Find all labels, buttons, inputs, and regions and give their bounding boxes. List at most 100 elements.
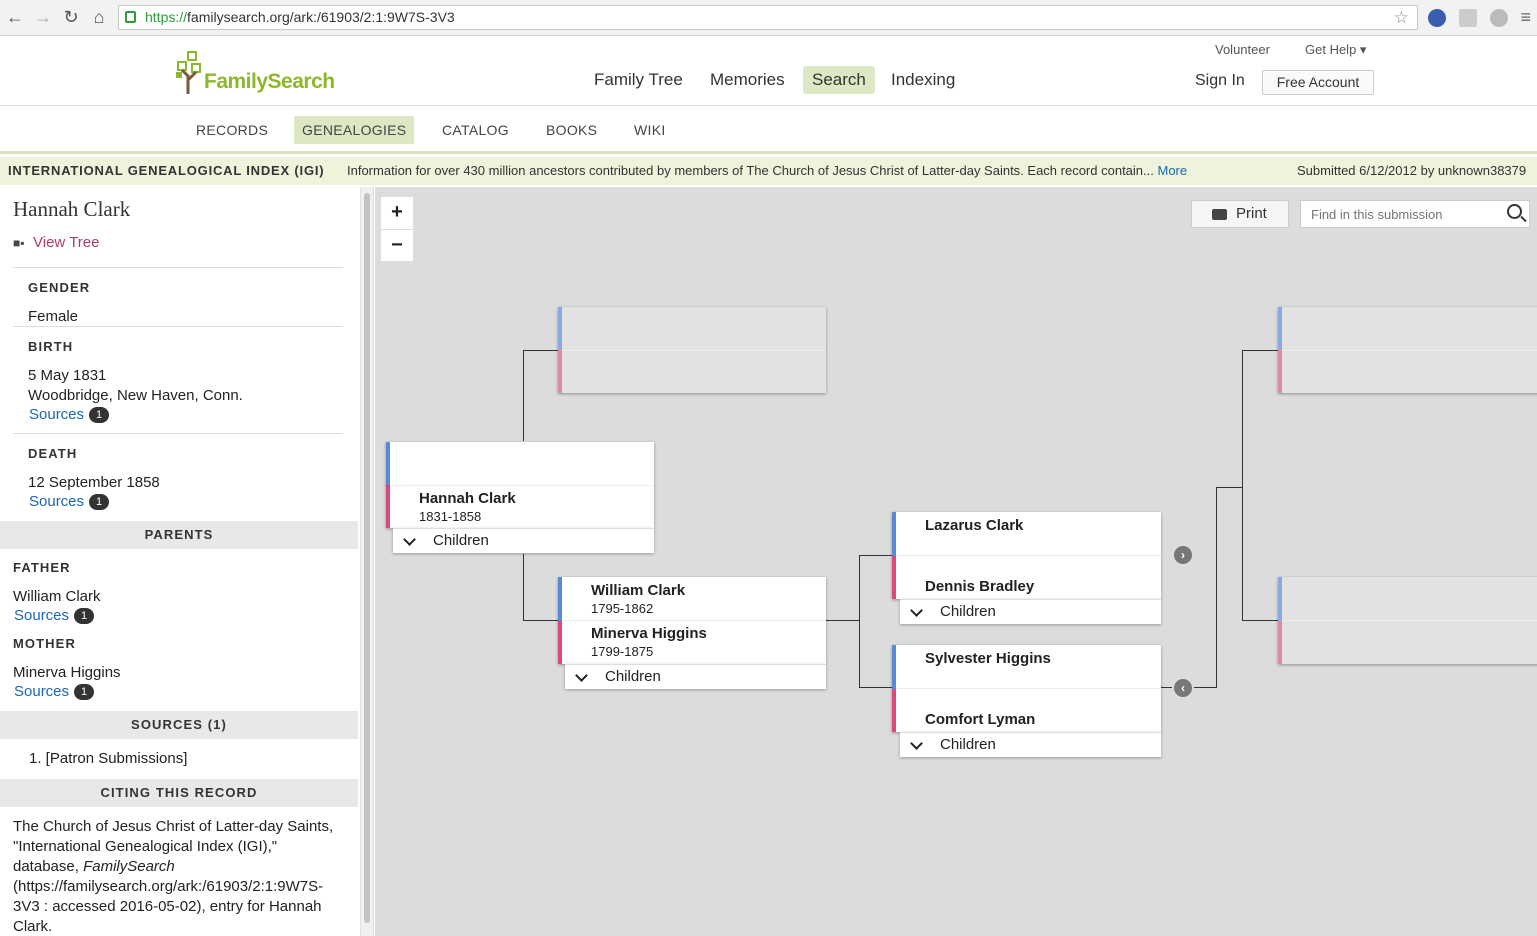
empty-ancestor-card[interactable] xyxy=(1278,307,1537,393)
children-toggle[interactable]: Children xyxy=(393,528,654,553)
nav-search[interactable]: Search xyxy=(803,66,875,94)
card-divider xyxy=(562,620,826,621)
search-icon[interactable] xyxy=(1507,204,1522,219)
sources-header: SOURCES (1) xyxy=(0,711,358,739)
bookmark-star-icon[interactable]: ☆ xyxy=(1394,6,1409,29)
zoom-out-button[interactable]: − xyxy=(381,229,413,261)
children-toggle[interactable]: Children xyxy=(900,599,1161,624)
connector xyxy=(523,554,524,620)
female-indicator xyxy=(1278,620,1282,664)
sources-label: Sources xyxy=(14,607,70,624)
collection-title: INTERNATIONAL GENEALOGICAL INDEX (IGI) xyxy=(8,163,325,178)
collapse-left-icon[interactable]: ‹ xyxy=(1172,677,1194,699)
more-link[interactable]: More xyxy=(1158,163,1188,178)
browser-menu-icon[interactable]: ≡ xyxy=(1520,7,1531,28)
death-label: DEATH xyxy=(28,446,78,461)
female-indicator xyxy=(892,688,896,732)
get-help-menu[interactable]: Get Help ▾ xyxy=(1305,42,1366,58)
male-indicator xyxy=(386,442,390,485)
subnav-genealogies[interactable]: GENEALOGIES xyxy=(294,116,415,144)
paternal-grandparents-card[interactable]: Lazarus Clark Dennis Bradley xyxy=(892,512,1161,599)
father-label: FATHER xyxy=(13,560,71,575)
extension-icon-2[interactable] xyxy=(1490,9,1508,27)
chevron-down-icon xyxy=(403,533,416,546)
sign-in-link[interactable]: Sign In xyxy=(1195,72,1245,90)
sources-count-badge: 1 xyxy=(89,494,110,510)
subnav-catalog[interactable]: CATALOG xyxy=(434,116,517,144)
back-arrow-icon[interactable]: ← xyxy=(4,6,26,28)
subnav-books[interactable]: BOOKS xyxy=(538,116,605,144)
male-indicator xyxy=(892,645,896,689)
view-tree-label: View Tree xyxy=(33,234,100,251)
children-toggle[interactable]: Children xyxy=(565,664,826,689)
connector xyxy=(1242,620,1278,621)
collection-banner: INTERNATIONAL GENEALOGICAL INDEX (IGI) I… xyxy=(0,157,1537,185)
free-account-button[interactable]: Free Account xyxy=(1262,70,1374,95)
logo-text: FamilySearch xyxy=(204,70,335,93)
scrollbar-thumb[interactable] xyxy=(364,193,370,923)
father-sources-link[interactable]: Sources 1 xyxy=(14,607,95,624)
expand-right-icon[interactable]: › xyxy=(1172,544,1194,566)
mother-label: MOTHER xyxy=(13,636,76,651)
death-sources-link[interactable]: Sources 1 xyxy=(29,493,110,510)
father-name: William Clark xyxy=(13,588,101,605)
extension-icon[interactable] xyxy=(1459,9,1477,27)
address-bar[interactable]: https://familysearch.org/ark:/61903/2:1:… xyxy=(118,5,1418,30)
printer-icon xyxy=(1212,209,1227,220)
site-header: FamilySearch Family Tree Memories Search… xyxy=(0,36,1537,106)
mother-sources-link[interactable]: Sources 1 xyxy=(14,683,95,700)
mother-dates: 1799-1875 xyxy=(591,644,654,659)
parents-couple-card[interactable]: William Clark 1795-1862 Minerva Higgins … xyxy=(558,577,826,664)
chevron-down-icon xyxy=(910,604,923,617)
pedigree-canvas[interactable]: + − Print Hannah Clark 1831-1858 Childre… xyxy=(375,187,1537,936)
familysearch-logo[interactable]: FamilySearch xyxy=(174,50,335,94)
print-button[interactable]: Print xyxy=(1191,200,1289,228)
nav-indexing[interactable]: Indexing xyxy=(882,66,964,94)
card-divider xyxy=(1282,350,1537,351)
subnav-records[interactable]: RECORDS xyxy=(188,116,276,144)
children-label: Children xyxy=(433,532,489,549)
connector xyxy=(859,555,860,687)
gender-label: GENDER xyxy=(28,280,91,295)
empty-ancestor-card[interactable] xyxy=(558,307,826,393)
connector xyxy=(1242,350,1278,351)
collection-description: Information for over 430 million ancesto… xyxy=(347,157,1187,185)
reload-icon[interactable]: ↻ xyxy=(60,6,82,28)
print-label: Print xyxy=(1236,205,1267,222)
male-indicator xyxy=(558,307,562,350)
sidebar-scrollbar[interactable] xyxy=(360,187,374,936)
empty-ancestor-card[interactable] xyxy=(1278,577,1537,664)
source-item[interactable]: 1. [Patron Submissions] xyxy=(29,750,187,767)
connector xyxy=(523,350,558,351)
children-toggle[interactable]: Children xyxy=(900,732,1161,757)
zoom-in-button[interactable]: + xyxy=(381,197,413,229)
forward-arrow-icon[interactable]: → xyxy=(32,6,54,28)
connector xyxy=(523,620,558,621)
male-indicator xyxy=(1278,307,1282,350)
birth-date: 5 May 1831 xyxy=(28,367,107,384)
nav-memories[interactable]: Memories xyxy=(701,66,794,94)
home-icon[interactable]: ⌂ xyxy=(88,6,110,28)
view-tree-link[interactable]: ■▪ View Tree xyxy=(13,234,99,251)
female-indicator xyxy=(892,555,896,599)
birth-sources-link[interactable]: Sources 1 xyxy=(29,406,110,423)
female-indicator xyxy=(1278,350,1282,393)
connector xyxy=(523,350,524,441)
male-indicator xyxy=(1278,577,1282,621)
subnav-wiki[interactable]: WIKI xyxy=(626,116,674,144)
person-dates: 1831-1858 xyxy=(419,509,482,524)
children-label: Children xyxy=(605,668,661,685)
sub-navigation: RECORDS GENEALOGIES CATALOG BOOKS WIKI xyxy=(0,106,1537,154)
birth-place: Woodbridge, New Haven, Conn. xyxy=(28,387,243,404)
find-in-submission-input[interactable] xyxy=(1300,200,1530,228)
volunteer-link[interactable]: Volunteer xyxy=(1215,42,1270,57)
card-divider xyxy=(896,688,1161,689)
grandfather-name: Lazarus Clark xyxy=(925,517,1024,534)
nav-family-tree[interactable]: Family Tree xyxy=(585,66,692,94)
flag-extension-icon[interactable] xyxy=(1428,9,1446,27)
female-indicator xyxy=(386,485,390,528)
father-dates: 1795-1862 xyxy=(591,601,654,616)
maternal-grandparents-card[interactable]: Sylvester Higgins Comfort Lyman xyxy=(892,645,1161,732)
connector xyxy=(1216,487,1217,688)
focus-person-card[interactable]: Hannah Clark 1831-1858 xyxy=(386,442,654,528)
